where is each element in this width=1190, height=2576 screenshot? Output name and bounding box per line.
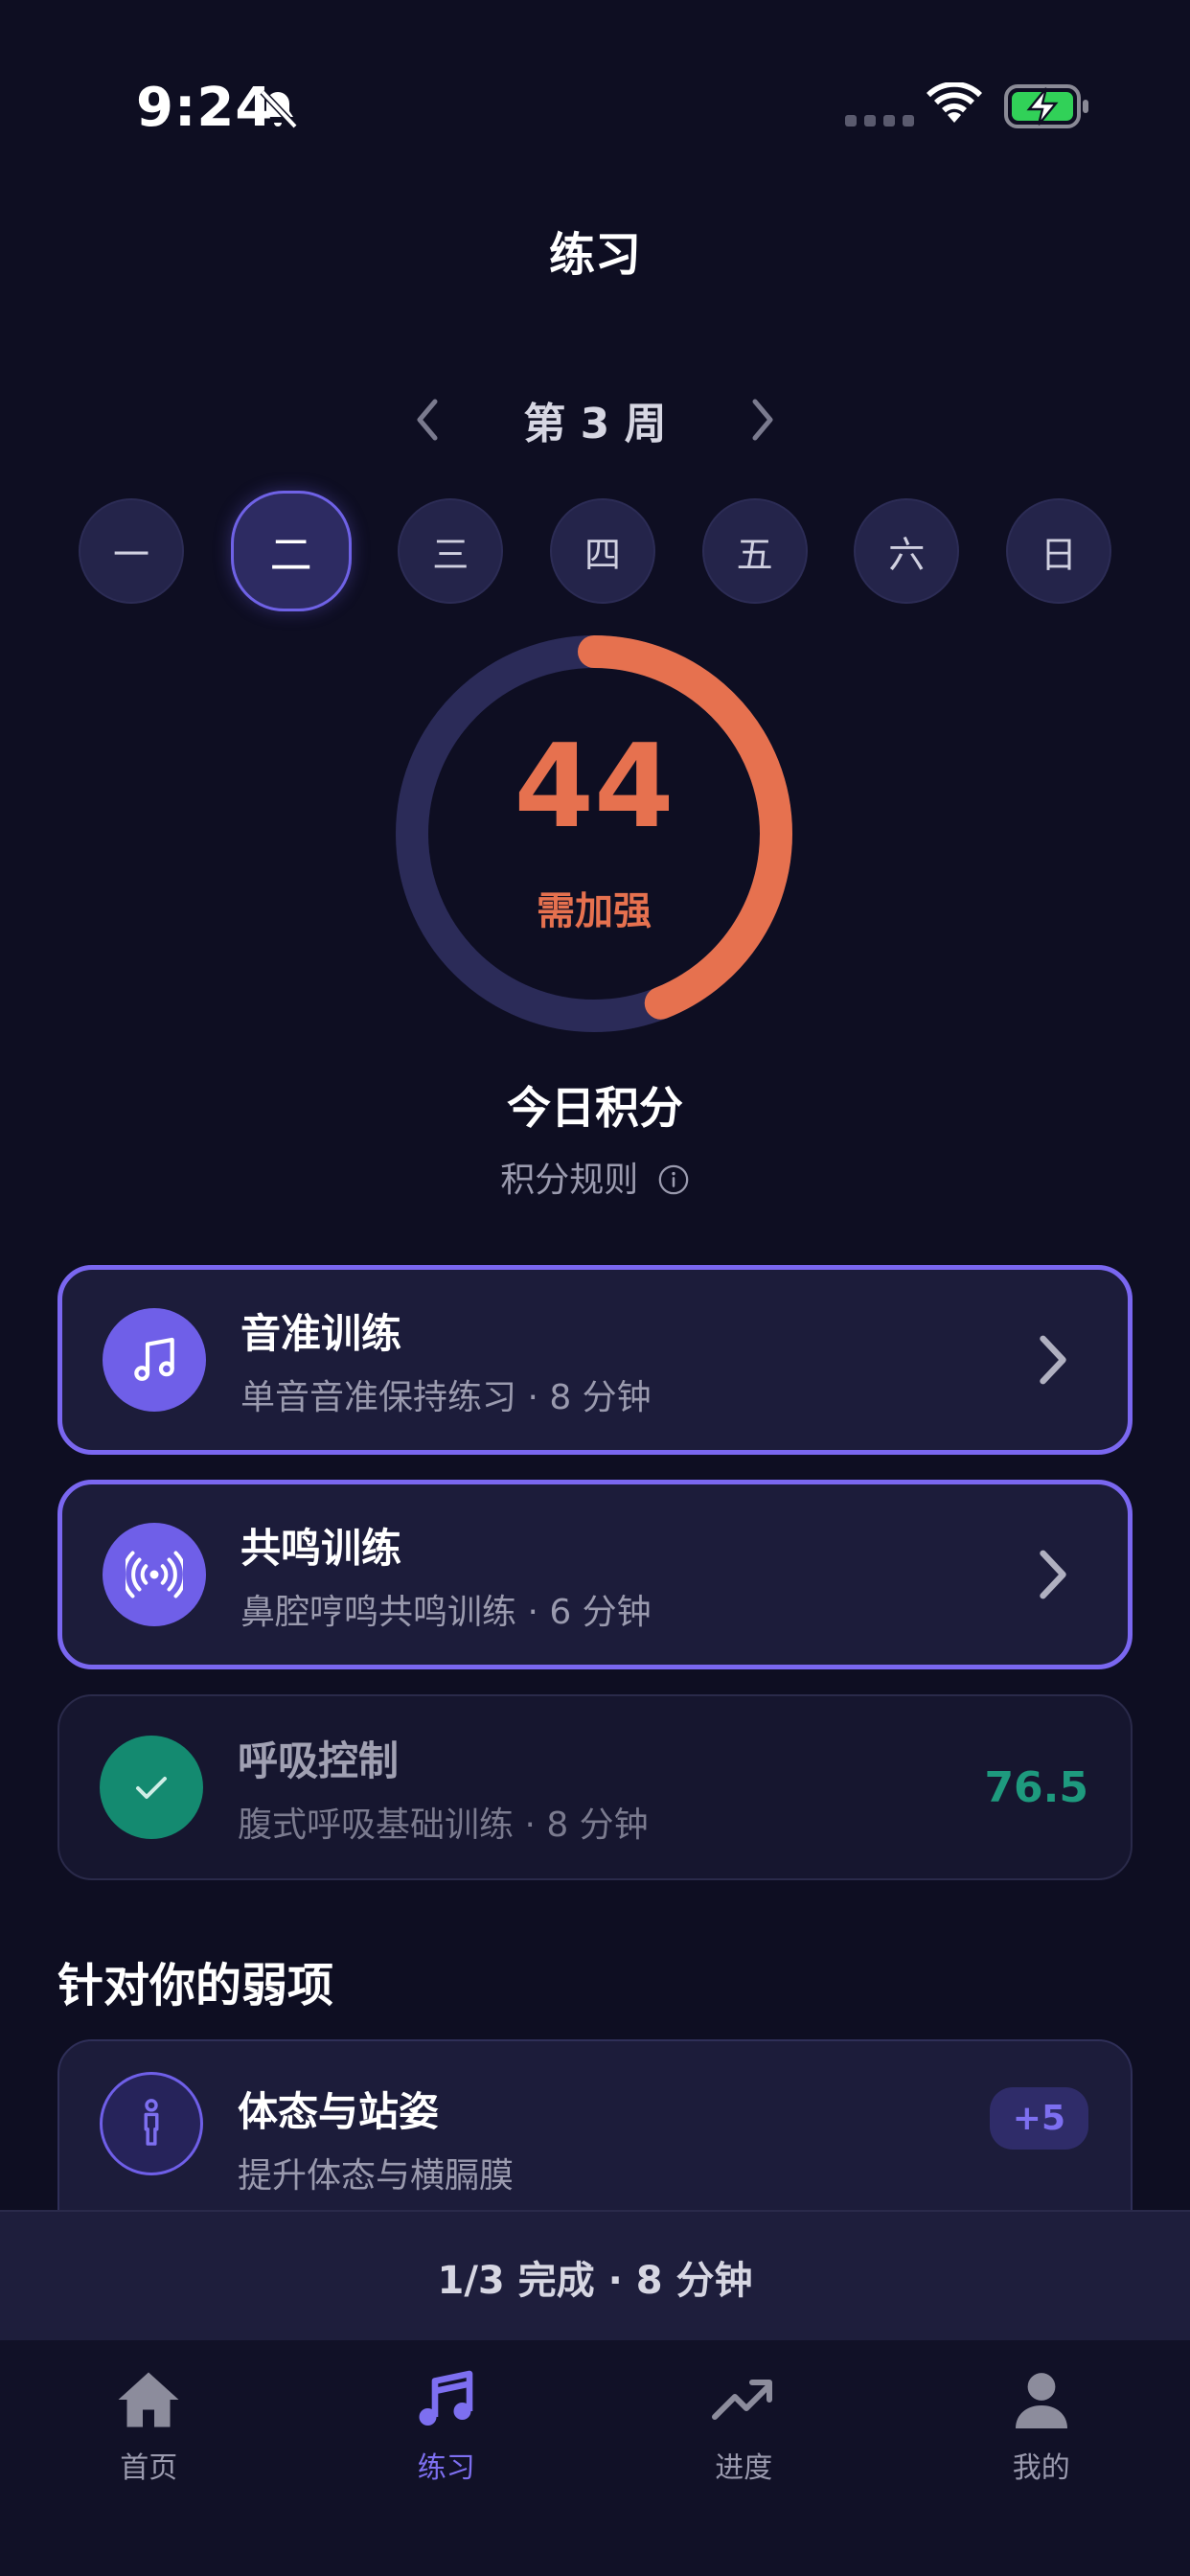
progress-summary-text: 1/3 完成 · 8 分钟 [437, 2259, 753, 2303]
exercise-subtitle: 单音音准保持练习 · 8 分钟 [240, 1377, 652, 1417]
week-label: 第 3 周 [523, 400, 667, 448]
exercise-card-breathing[interactable]: 呼吸控制 腹式呼吸基础训练 · 8 分钟 76.5 [57, 1694, 1133, 1880]
exercise-title: 共鸣训练 [240, 1524, 402, 1572]
check-icon [100, 1736, 203, 1839]
score-status: 需加强 [537, 889, 652, 933]
weakness-section-title: 针对你的弱项 [57, 1959, 334, 2012]
exercise-subtitle: 鼻腔哼鸣共鸣训练 · 6 分钟 [240, 1592, 652, 1632]
exercise-title: 音准训练 [240, 1309, 402, 1357]
trend-up-icon [712, 2380, 773, 2420]
tab-bar: 首页 练习 进度 我的 [0, 2340, 1190, 2576]
exercise-card-pitch[interactable]: 音准训练 单音音准保持练习 · 8 分钟 [57, 1265, 1133, 1455]
day-pill-wed[interactable]: 三 [398, 498, 504, 604]
person-standing-icon [100, 2072, 203, 2175]
exercise-title: 呼吸控制 [238, 1736, 400, 1784]
exercise-subtitle: 腹式呼吸基础训练 · 8 分钟 [238, 1805, 649, 1845]
score-rules-text: 积分规则 [500, 1161, 639, 1200]
bell-slash-icon [260, 89, 298, 129]
exercise-score: 76.5 [984, 1762, 1088, 1812]
day-pill-mon[interactable]: 一 [79, 498, 184, 604]
tab-label: 练习 [417, 2451, 475, 2485]
day-selector: 一 二 三 四 五 六 日 [79, 491, 1111, 611]
battery-charging-icon [1004, 84, 1088, 128]
chevron-right-icon[interactable] [724, 391, 801, 448]
weakness-badge: +5 [989, 2087, 1088, 2150]
broadcast-icon [103, 1523, 206, 1626]
tab-label: 首页 [120, 2451, 178, 2485]
tab-home[interactable]: 首页 [0, 2340, 298, 2576]
info-icon [658, 1164, 689, 1195]
chevron-right-icon [1040, 1550, 1066, 1599]
progress-summary-bar: 1/3 完成 · 8 分钟 [0, 2210, 1190, 2342]
wifi-icon [927, 82, 982, 123]
tab-progress[interactable]: 进度 [595, 2340, 893, 2576]
score-value: 44 [514, 721, 675, 854]
profile-icon [1015, 2373, 1067, 2428]
weakness-subtitle: 提升体态与横膈膜 [238, 2156, 515, 2196]
today-score-label: 今日积分 [507, 1082, 683, 1134]
score-rules-link[interactable]: 积分规则 [0, 1152, 1190, 1202]
music-note-icon [103, 1308, 206, 1412]
home-icon [118, 2372, 179, 2427]
day-pill-thu[interactable]: 四 [549, 498, 655, 604]
tab-label: 进度 [715, 2451, 773, 2485]
chevron-left-icon[interactable] [389, 391, 466, 448]
signal-icon [845, 115, 914, 126]
status-time: 9:24 [136, 77, 274, 139]
tab-practice[interactable]: 练习 [298, 2340, 596, 2576]
day-pill-tue[interactable]: 二 [230, 491, 352, 611]
tab-profile[interactable]: 我的 [893, 2340, 1190, 2576]
page-title: 练习 [548, 228, 641, 282]
week-selector: 第 3 周 [0, 389, 1190, 450]
chevron-right-icon [1040, 1335, 1066, 1385]
music-note-icon [419, 2370, 473, 2426]
day-pill-sun[interactable]: 日 [1005, 498, 1111, 604]
day-pill-sat[interactable]: 六 [854, 498, 960, 604]
day-pill-fri[interactable]: 五 [701, 498, 808, 604]
weakness-title: 体态与站姿 [238, 2088, 440, 2135]
exercise-card-resonance[interactable]: 共鸣训练 鼻腔哼鸣共鸣训练 · 6 分钟 [57, 1480, 1133, 1669]
tab-label: 我的 [1012, 2451, 1070, 2485]
